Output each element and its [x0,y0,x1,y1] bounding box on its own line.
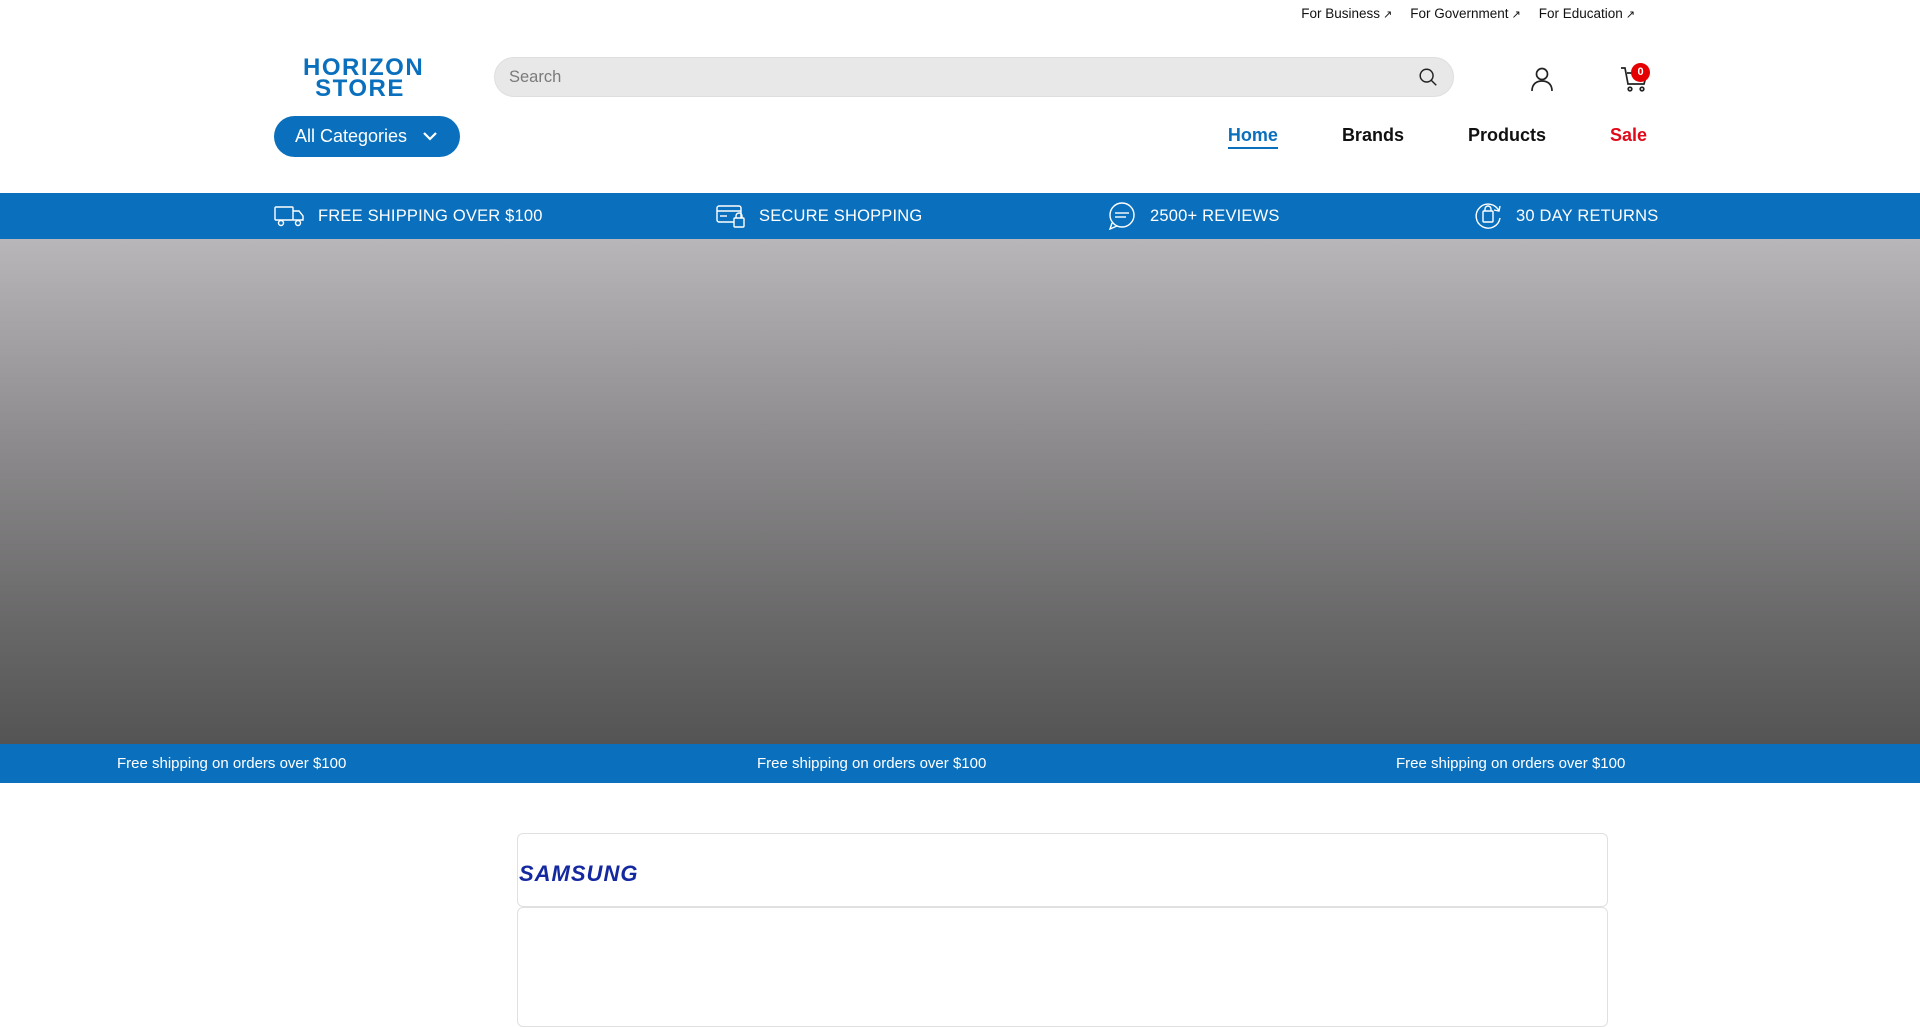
nav-sale[interactable]: Sale [1610,125,1647,149]
search-icon[interactable] [1417,66,1439,88]
store-logo[interactable]: HORIZON STORE [303,56,423,102]
search-input[interactable] [509,58,1389,96]
for-education-label: For Education [1538,6,1623,21]
chevron-down-icon [423,132,437,141]
hero-banner[interactable] [0,239,1920,744]
for-government-label: For Government [1410,6,1509,21]
benefit-reviews: 2500+ REVIEWS [1107,193,1280,239]
ticker-text: Free shipping on orders over $100 [757,755,987,772]
promo-ticker: Free shipping on orders over $100 Free s… [0,744,1920,783]
secure-card-icon [716,205,745,228]
search-bar [494,57,1454,97]
benefit-secure-shopping: SECURE SHOPPING [716,193,922,239]
returns-bag-icon [1475,203,1501,229]
for-government-link[interactable]: For Government ↗ [1410,6,1521,21]
brand-card[interactable]: SAMSUNG [517,833,1608,907]
content-card [517,907,1608,1027]
benefit-free-shipping: FREE SHIPPING OVER $100 [274,193,543,239]
benefit-label: SECURE SHOPPING [759,206,923,225]
benefit-returns: 30 DAY RETURNS [1473,193,1658,239]
benefits-bar: FREE SHIPPING OVER $100 SECURE SHOPPING … [0,193,1920,239]
for-business-link[interactable]: For Business ↗ [1301,6,1392,21]
benefit-label: 2500+ REVIEWS [1150,206,1280,225]
nav-brands[interactable]: Brands [1342,125,1404,149]
benefit-label: 30 DAY RETURNS [1516,206,1659,225]
external-arrow-icon: ↗ [1625,9,1635,21]
all-categories-label: All Categories [295,126,408,146]
logo-line-2: STORE [315,75,405,102]
for-education-link[interactable]: For Education ↗ [1539,6,1635,21]
account-icon[interactable] [1529,66,1555,92]
external-arrow-icon: ↗ [1383,9,1393,21]
truck-icon [274,206,304,227]
samsung-logo: SAMSUNG [519,861,639,886]
top-utility-links: For Business ↗ For Government ↗ For Educat… [1301,6,1635,21]
for-business-label: For Business [1301,6,1380,21]
cart-count-badge: 0 [1631,63,1650,82]
nav-home[interactable]: Home [1227,125,1278,149]
nav-products[interactable]: Products [1468,125,1546,149]
ticker-text: Free shipping on orders over $100 [1396,755,1626,772]
all-categories-button[interactable]: All Categories [274,116,460,157]
ticker-text: Free shipping on orders over $100 [117,755,347,772]
chat-bubble-icon [1108,202,1135,230]
main-navigation: Home Brands Products Sale [1227,125,1647,149]
benefit-label: FREE SHIPPING OVER $100 [318,206,543,225]
external-arrow-icon: ↗ [1511,9,1521,21]
